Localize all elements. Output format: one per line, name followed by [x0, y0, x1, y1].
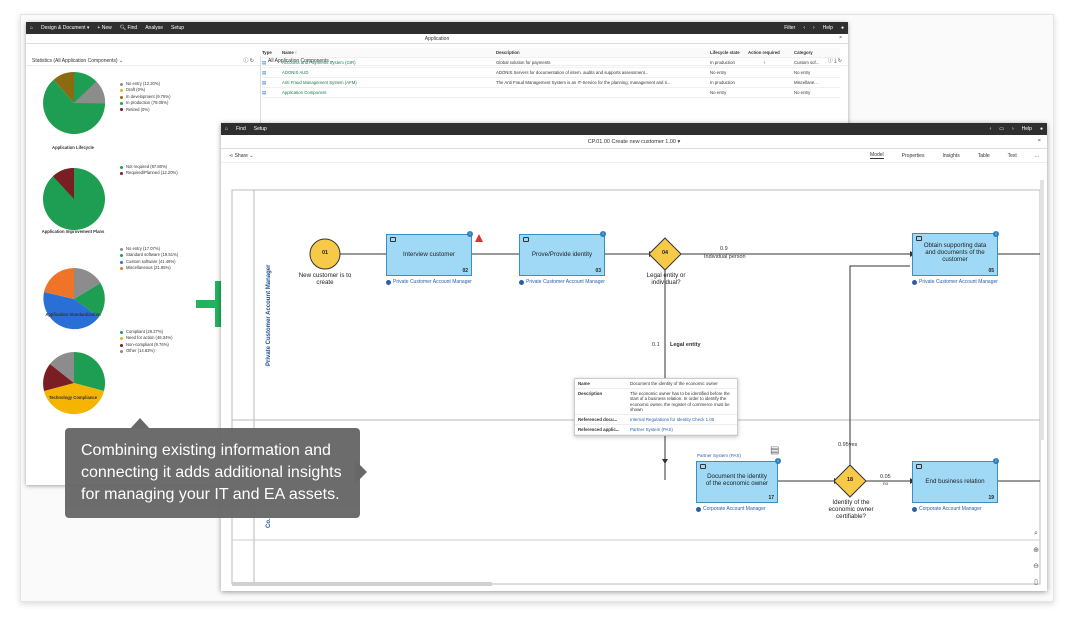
- role-label[interactable]: Corporate Account Manager: [912, 506, 1012, 512]
- object-tooltip: Name Document the identity of the economi…: [574, 378, 738, 437]
- task-interview-customer[interactable]: Interview customer 02: [386, 234, 472, 276]
- decision-04-number: 04: [661, 250, 669, 256]
- flow-probability: 0.9: [720, 246, 728, 252]
- flow-label: Individual person: [704, 254, 746, 260]
- referenced-document-link[interactable]: Internal Regulations for Identity Check …: [630, 417, 734, 422]
- role-label[interactable]: Private Customer Account Manager: [912, 279, 1002, 285]
- flow-probability: 0.1: [652, 342, 660, 348]
- zoom-out-icon[interactable]: ⊖: [1031, 562, 1041, 572]
- document-icon[interactable]: ▤: [770, 445, 779, 456]
- info-icon[interactable]: i: [993, 458, 999, 464]
- task-obtain-data[interactable]: Obtain supporting data and documents of …: [912, 233, 998, 276]
- decision-18-number: 18: [846, 477, 854, 483]
- lane-label-private: Private Customer Account Manager: [266, 264, 272, 366]
- flow-label: 0.95yes: [838, 442, 858, 448]
- info-icon[interactable]: i: [993, 231, 999, 237]
- warning-icon: [475, 234, 483, 242]
- zoom-fit-icon[interactable]: ⌕: [1031, 530, 1041, 540]
- flow-label: no: [883, 481, 889, 486]
- role-label[interactable]: Private Customer Account Manager: [519, 279, 609, 285]
- task-prove-identity[interactable]: Prove/Provide identity 03: [519, 234, 605, 276]
- start-event-number: 01: [321, 250, 329, 256]
- info-icon[interactable]: i: [467, 231, 473, 237]
- task-end-business-relation[interactable]: End business relation 19: [912, 461, 998, 503]
- decision-04-text: Legal entity or individual?: [646, 272, 686, 286]
- zoom-controls: ⌕ ⊕ ⊖ ▯: [1031, 530, 1043, 594]
- page-icon[interactable]: ▯: [1031, 578, 1041, 588]
- role-label[interactable]: Corporate Account Manager: [696, 506, 796, 512]
- flow-label: Legal entity: [670, 342, 701, 348]
- process-diagram: [231, 180, 1044, 586]
- referenced-application-link[interactable]: Partner System (PAS): [630, 427, 734, 432]
- start-event-text: New customer is to create: [298, 272, 352, 286]
- info-icon[interactable]: i: [600, 231, 606, 237]
- zoom-in-icon[interactable]: ⊕: [1031, 546, 1041, 556]
- marketing-callout: Combining existing information and conne…: [65, 428, 360, 518]
- decision-18-text: Identity of the economic owner certifiab…: [828, 499, 874, 520]
- task-document-identity[interactable]: Document the identity of the economic ow…: [696, 461, 778, 503]
- info-icon[interactable]: i: [775, 458, 781, 464]
- flow-probability: 0.05: [880, 474, 891, 480]
- pool-label: Partner System (PAS): [697, 453, 741, 458]
- role-label[interactable]: Private Customer Account Manager: [386, 279, 476, 285]
